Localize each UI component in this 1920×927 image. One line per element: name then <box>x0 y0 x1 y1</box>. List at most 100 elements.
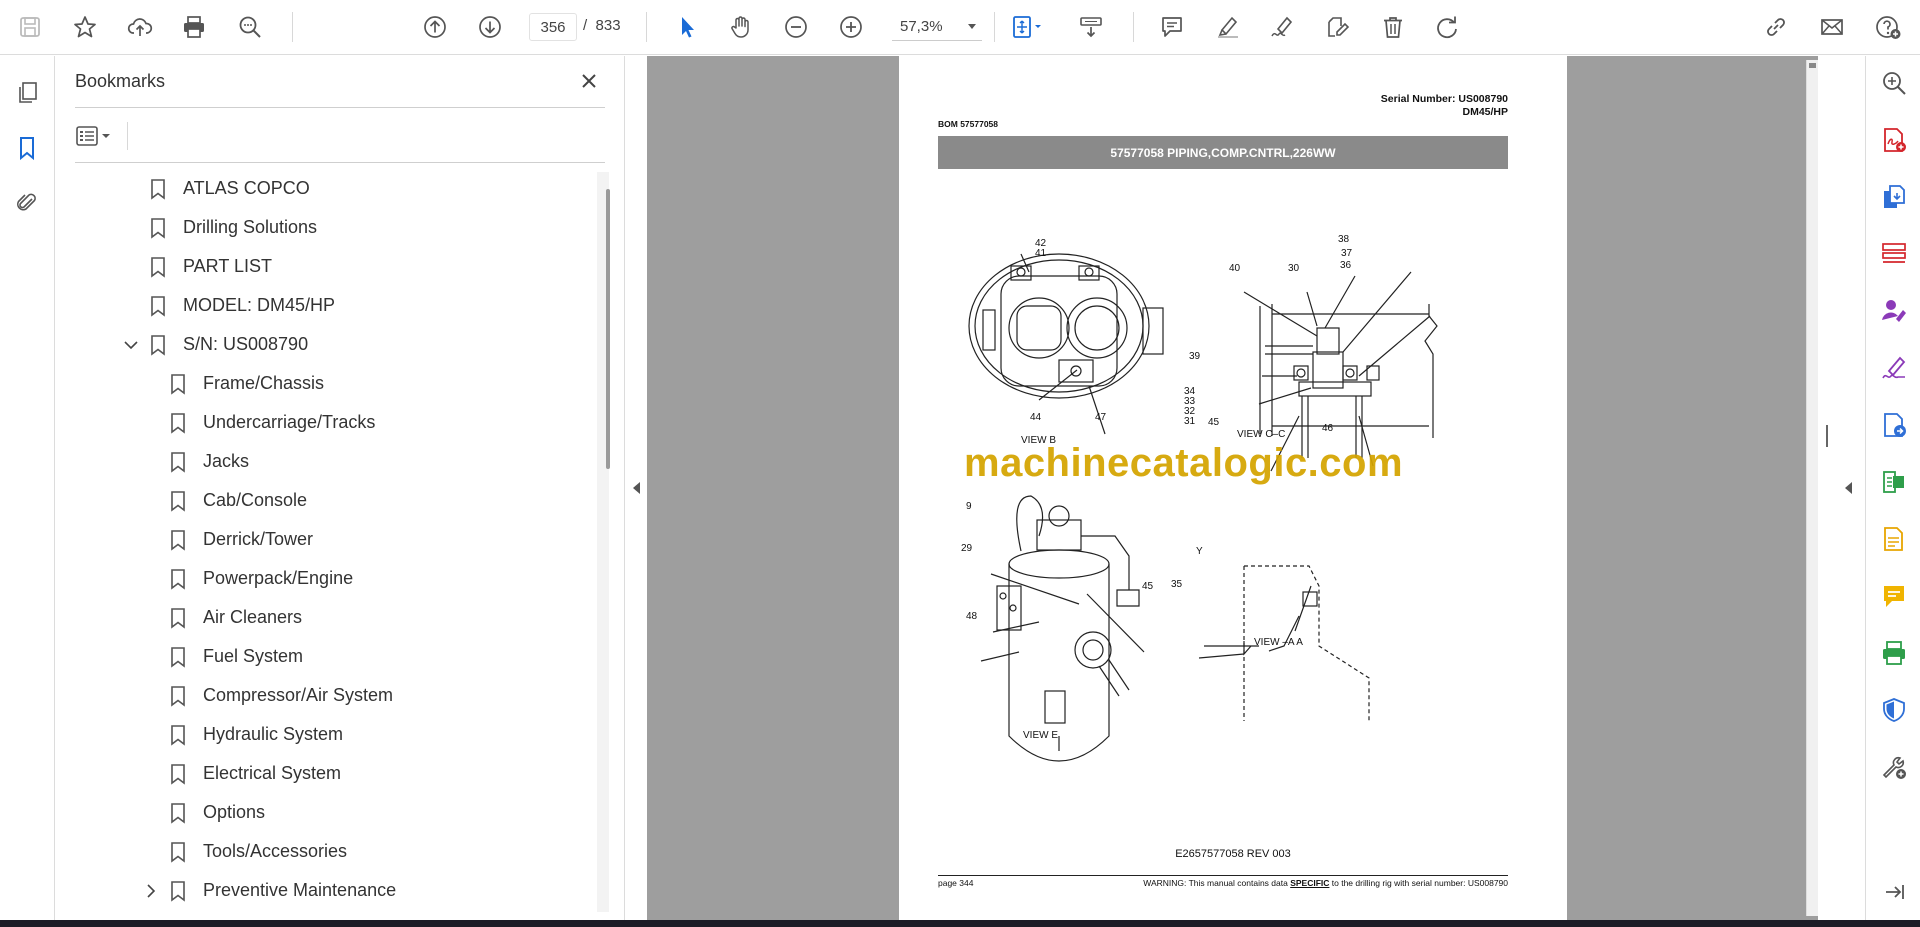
bookmark-panel-icon[interactable] <box>10 131 44 165</box>
next-page-icon[interactable] <box>472 9 508 45</box>
edit-icon[interactable] <box>1320 9 1356 45</box>
bookmark-item[interactable]: Options <box>142 793 265 832</box>
chevron-right-icon[interactable] <box>142 882 160 900</box>
document-viewport[interactable]: Serial Number: US008790 DM45/HP BOM 5757… <box>647 56 1818 920</box>
toolbar-separator <box>994 12 995 42</box>
bookmark-label: Options <box>203 802 266 822</box>
panel-divider <box>75 162 605 163</box>
zoom-tool-icon[interactable] <box>1878 67 1910 99</box>
compress-icon[interactable] <box>1878 466 1910 498</box>
document-scrollbar-thumb[interactable] <box>1809 63 1816 68</box>
comment-tool-icon[interactable] <box>1878 580 1910 612</box>
more-tools-icon[interactable] <box>1878 751 1910 783</box>
bookmark-item[interactable]: PART LIST <box>122 247 272 286</box>
attachments-icon[interactable] <box>10 186 44 220</box>
export-icon[interactable] <box>1878 523 1910 555</box>
edit-pdf-icon[interactable] <box>1878 409 1910 441</box>
upload-icon[interactable] <box>122 9 158 45</box>
bookmark-scrollbar-thumb[interactable] <box>606 189 610 469</box>
export-pdf-icon[interactable] <box>1878 181 1910 213</box>
serial-number-line: Serial Number: US008790 <box>1380 93 1508 105</box>
create-pdf-icon[interactable] <box>1878 124 1910 156</box>
delete-icon[interactable] <box>1375 9 1411 45</box>
view-label: Y <box>1196 546 1203 557</box>
drawing-reference: E2657577058 REV 003 <box>1175 848 1291 860</box>
bookmark-item[interactable]: Electrical System <box>142 754 341 793</box>
bookmark-item[interactable]: Frame/Chassis <box>142 364 324 403</box>
zoom-out-icon[interactable] <box>778 9 814 45</box>
find-icon[interactable] <box>232 9 268 45</box>
close-icon[interactable] <box>576 68 602 94</box>
footer-warning-emphasis: SPECIFIC <box>1290 878 1330 888</box>
bookmark-item[interactable]: Fuel System <box>142 637 303 676</box>
protect-icon[interactable] <box>1878 694 1910 726</box>
save-icon[interactable] <box>12 9 48 45</box>
bookmarks-panel: Bookmarks ATLAS COPCO Drilling Solutions P… <box>56 56 625 920</box>
expand-icon[interactable] <box>1878 876 1910 908</box>
bookmark-item[interactable]: Air Cleaners <box>142 598 302 637</box>
panel-resize-handle[interactable] <box>1826 425 1828 447</box>
bookmark-item[interactable]: Undercarriage/Tracks <box>142 403 375 442</box>
bookmark-item[interactable]: Cab/Console <box>142 481 307 520</box>
bookmark-item[interactable]: ATLAS COPCO <box>122 169 310 208</box>
request-signature-icon[interactable] <box>1878 295 1910 327</box>
page-count: / 833 <box>583 17 621 34</box>
tools-rail <box>1865 56 1920 920</box>
page-number-input[interactable]: 356 <box>529 13 577 41</box>
callout-label: 46 <box>1322 423 1334 434</box>
scroll-mode-icon[interactable] <box>1073 9 1109 45</box>
bookmark-label: Undercarriage/Tracks <box>203 412 376 432</box>
prev-page-icon[interactable] <box>417 9 453 45</box>
toolbar-separator <box>292 12 293 42</box>
bookmark-icon <box>149 256 167 278</box>
collapse-left-panel-button[interactable] <box>626 56 646 920</box>
star-icon[interactable] <box>67 9 103 45</box>
page-thumbnails-icon[interactable] <box>10 76 44 110</box>
organize-pages-icon[interactable] <box>1878 238 1910 270</box>
mail-icon[interactable] <box>1814 9 1850 45</box>
bookmark-item[interactable]: S/N: US008790 <box>122 325 308 364</box>
bookmark-icon <box>149 334 167 356</box>
toolbar-separator <box>1133 12 1134 42</box>
document-scrollbar[interactable] <box>1806 60 1818 916</box>
bookmark-item[interactable]: MODEL: DM45/HP <box>122 286 335 325</box>
bookmark-item[interactable]: Drilling Solutions <box>122 208 317 247</box>
callout-label: 40 <box>1229 263 1241 274</box>
sign-icon[interactable] <box>1264 9 1300 45</box>
zoom-level-select[interactable]: 57,3% <box>892 13 982 41</box>
hand-icon[interactable] <box>723 9 759 45</box>
drawing-callouts: 42 41 44 47 40 30 38 37 36 39 34 33 32 3… <box>961 234 1353 741</box>
bookmark-item[interactable]: Powerpack/Engine <box>142 559 353 598</box>
bookmark-item[interactable]: Tools/Accessories <box>142 832 347 871</box>
select-icon[interactable] <box>669 9 705 45</box>
fit-icon[interactable] <box>1004 9 1050 45</box>
rotate-icon[interactable] <box>1429 9 1465 45</box>
share-link-icon[interactable] <box>1758 9 1794 45</box>
highlight-icon[interactable] <box>1210 9 1246 45</box>
callout-label: 45 <box>1208 417 1220 428</box>
fill-sign-icon[interactable] <box>1878 352 1910 384</box>
print-icon[interactable] <box>176 9 212 45</box>
bookmark-item[interactable]: Derrick/Tower <box>142 520 313 559</box>
list-options-icon <box>76 126 110 146</box>
chevron-down-icon[interactable] <box>122 336 140 354</box>
bookmark-item[interactable]: Compressor/Air System <box>142 676 393 715</box>
bookmark-item[interactable]: Preventive Maintenance <box>142 871 396 910</box>
help-icon[interactable] <box>1870 9 1906 45</box>
bookmark-label: Jacks <box>203 451 250 471</box>
bookmark-item[interactable]: Jacks <box>142 442 249 481</box>
zoom-in-icon[interactable] <box>833 9 869 45</box>
collapse-right-panel-button[interactable] <box>1838 56 1858 920</box>
print-production-icon[interactable] <box>1878 637 1910 669</box>
navigation-rail <box>0 56 55 927</box>
bookmark-options-button[interactable] <box>75 120 123 152</box>
bookmark-item[interactable]: Hydraulic System <box>142 715 343 754</box>
comment-icon[interactable] <box>1154 9 1190 45</box>
bookmark-icon <box>169 841 187 863</box>
